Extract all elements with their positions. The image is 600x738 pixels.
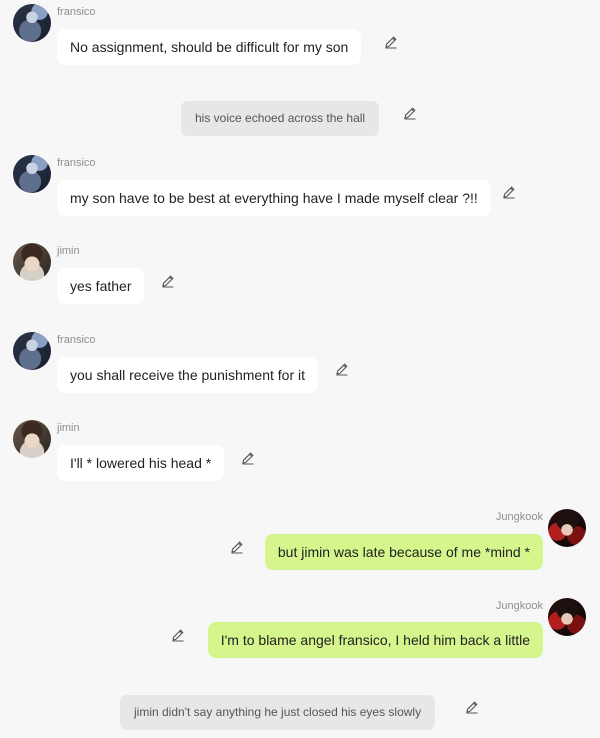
message-bubble[interactable]: I'll * lowered his head * (57, 445, 225, 481)
message-bubble[interactable]: yes father (57, 268, 145, 304)
pencil-edit-icon[interactable] (171, 628, 185, 642)
speaker-name: fransico (57, 334, 96, 346)
speaker-name: fransico (57, 6, 96, 18)
message-bubble[interactable]: you shall receive the punishment for it (57, 357, 319, 393)
speaker-name: fransico (57, 157, 96, 169)
speaker-name: Jungkook (495, 600, 543, 612)
speaker-name: jimin (57, 245, 80, 257)
avatar-fransico[interactable] (13, 155, 51, 193)
narration-bubble[interactable]: his voice echoed across the hall (181, 101, 380, 136)
message-bubble[interactable]: No assignment, should be difficult for m… (57, 29, 362, 65)
message-bubble[interactable]: my son have to be best at everything hav… (57, 180, 491, 216)
pencil-edit-icon[interactable] (241, 451, 255, 465)
pencil-edit-icon[interactable] (161, 274, 175, 288)
pencil-edit-icon[interactable] (403, 106, 417, 120)
speaker-name: jimin (57, 422, 80, 434)
pencil-edit-icon[interactable] (465, 700, 479, 714)
avatar-jimin[interactable] (13, 243, 51, 281)
avatar-jimin[interactable] (13, 420, 51, 458)
pencil-edit-icon[interactable] (384, 35, 398, 49)
pencil-edit-icon[interactable] (230, 540, 244, 554)
message-bubble[interactable]: but jimin was late because of me *mind * (264, 534, 543, 570)
avatar-fransico[interactable] (13, 4, 51, 42)
pencil-edit-icon[interactable] (502, 185, 516, 199)
message-bubble[interactable]: I'm to blame angel fransico, I held him … (207, 622, 543, 658)
speaker-name: Jungkook (495, 511, 543, 523)
avatar-jungkook[interactable] (548, 598, 586, 636)
pencil-edit-icon[interactable] (335, 362, 349, 376)
avatar-jungkook[interactable] (548, 509, 586, 547)
narration-bubble[interactable]: jimin didn't say anything he just closed… (120, 695, 436, 730)
avatar-fransico[interactable] (13, 332, 51, 370)
